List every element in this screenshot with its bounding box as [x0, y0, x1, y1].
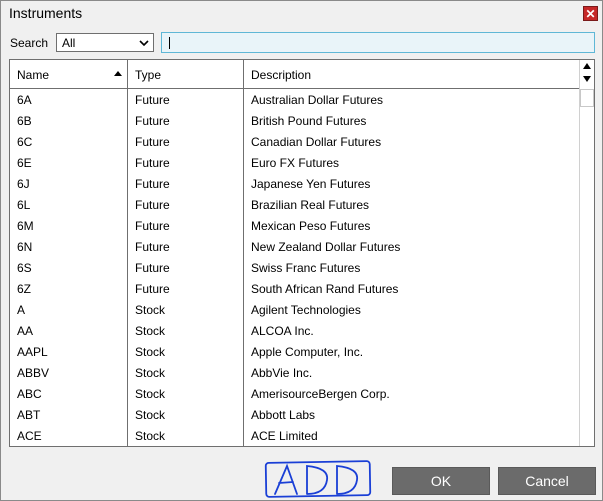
table-row[interactable]: 6Z Future South African Rand Futures	[10, 278, 580, 299]
table-row[interactable]: 6L Future Brazilian Real Futures	[10, 194, 580, 215]
sort-ascending-icon	[114, 71, 122, 76]
cell-name: ABC	[17, 387, 42, 401]
cell-name: AA	[17, 324, 34, 338]
cell-description: New Zealand Dollar Futures	[251, 240, 401, 254]
cancel-button[interactable]: Cancel	[498, 467, 596, 495]
cell-name: 6B	[17, 114, 32, 128]
table-row[interactable]: ABC Stock AmerisourceBergen Corp.	[10, 383, 580, 404]
table-row[interactable]: ABT Stock Abbott Labs	[10, 404, 580, 425]
cell-type: Future	[135, 156, 170, 170]
cell-type: Stock	[135, 387, 166, 401]
cell-name: 6S	[17, 261, 32, 275]
cell-type: Stock	[135, 324, 166, 338]
cell-type: Stock	[135, 408, 166, 422]
cell-description: British Pound Futures	[251, 114, 367, 128]
cell-type: Future	[135, 261, 170, 275]
cell-description: Abbott Labs	[251, 408, 316, 422]
cell-type: Future	[135, 114, 170, 128]
cell-description: Mexican Peso Futures	[251, 219, 371, 233]
scroll-up-icon[interactable]	[583, 63, 591, 69]
search-type-select[interactable]: All	[56, 33, 154, 52]
cell-type: Future	[135, 93, 170, 107]
cell-name: A	[17, 303, 26, 317]
cell-description: South African Rand Futures	[251, 282, 399, 296]
cell-name: 6L	[17, 198, 31, 212]
cell-description: Australian Dollar Futures	[251, 93, 384, 107]
scrollbar-thumb[interactable]	[580, 89, 594, 107]
table-row[interactable]: 6B Future British Pound Futures	[10, 110, 580, 131]
cell-type: Future	[135, 219, 170, 233]
table-row[interactable]: 6C Future Canadian Dollar Futures	[10, 131, 580, 152]
close-button[interactable]: ✕	[583, 6, 598, 21]
cell-type: Future	[135, 240, 170, 254]
column-header-type[interactable]: Type	[128, 60, 244, 88]
cell-description: ACE Limited	[251, 429, 318, 443]
cell-description: Euro FX Futures	[251, 156, 340, 170]
search-row: Search All	[1, 31, 602, 55]
cell-description: Agilent Technologies	[251, 303, 361, 317]
cell-name: 6A	[17, 93, 32, 107]
table-row[interactable]: ACE Stock ACE Limited	[10, 425, 580, 446]
close-icon: ✕	[585, 6, 596, 21]
handwritten-add-annotation	[264, 460, 372, 498]
cell-description: Brazilian Real Futures	[251, 198, 370, 212]
cell-name: 6M	[17, 219, 34, 233]
cell-name: ABBV	[17, 366, 50, 380]
search-type-value: All	[62, 36, 76, 50]
text-cursor	[169, 37, 170, 49]
cell-name: AAPL	[17, 345, 48, 359]
cell-description: AbbVie Inc.	[251, 366, 313, 380]
cell-description: AmerisourceBergen Corp.	[251, 387, 390, 401]
vertical-scrollbar[interactable]	[579, 60, 594, 446]
search-input[interactable]	[161, 32, 595, 53]
scroll-down-icon[interactable]	[583, 76, 591, 82]
cell-description: Swiss Franc Futures	[251, 261, 361, 275]
title-bar: Instruments ✕	[1, 1, 602, 26]
table-body: 6A Future Australian Dollar Futures 6B Futur…	[10, 89, 580, 446]
cell-name: 6N	[17, 240, 33, 254]
cell-type: Stock	[135, 429, 166, 443]
cell-description: ALCOA Inc.	[251, 324, 314, 338]
column-header-name[interactable]: Name	[10, 60, 128, 88]
cell-type: Future	[135, 198, 170, 212]
cell-type: Stock	[135, 366, 166, 380]
cell-type: Stock	[135, 303, 166, 317]
table-row[interactable]: AAPL Stock Apple Computer, Inc.	[10, 341, 580, 362]
column-header-description[interactable]: Description	[244, 60, 580, 88]
cell-type: Future	[135, 282, 170, 296]
cell-type: Stock	[135, 345, 166, 359]
search-label: Search	[10, 36, 49, 50]
table-row[interactable]: 6N Future New Zealand Dollar Futures	[10, 236, 580, 257]
cell-type: Future	[135, 135, 170, 149]
cell-description: Canadian Dollar Futures	[251, 135, 382, 149]
table-row[interactable]: A Stock Agilent Technologies	[10, 299, 580, 320]
cell-name: 6J	[17, 177, 30, 191]
instruments-dialog: Instruments ✕ Search All Name Type Descr…	[0, 0, 603, 501]
cell-name: ACE	[17, 429, 42, 443]
table-row[interactable]: 6M Future Mexican Peso Futures	[10, 215, 580, 236]
cell-name: 6Z	[17, 282, 32, 296]
instruments-table: Name Type Description 6A Future Australian…	[9, 59, 595, 447]
cell-description: Japanese Yen Futures	[251, 177, 371, 191]
cell-name: 6E	[17, 156, 32, 170]
table-row[interactable]: 6J Future Japanese Yen Futures	[10, 173, 580, 194]
table-row[interactable]: 6E Future Euro FX Futures	[10, 152, 580, 173]
chevron-down-icon	[139, 40, 149, 47]
table-row[interactable]: AA Stock ALCOA Inc.	[10, 320, 580, 341]
cell-name: 6C	[17, 135, 33, 149]
cell-type: Future	[135, 177, 170, 191]
dialog-title: Instruments	[9, 5, 83, 21]
table-row[interactable]: 6S Future Swiss Franc Futures	[10, 257, 580, 278]
table-header: Name Type Description	[10, 60, 580, 89]
table-row[interactable]: ABBV Stock AbbVie Inc.	[10, 362, 580, 383]
ok-button[interactable]: OK	[392, 467, 490, 495]
cell-name: ABT	[17, 408, 41, 422]
cell-description: Apple Computer, Inc.	[251, 345, 364, 359]
table-row[interactable]: 6A Future Australian Dollar Futures	[10, 89, 580, 110]
